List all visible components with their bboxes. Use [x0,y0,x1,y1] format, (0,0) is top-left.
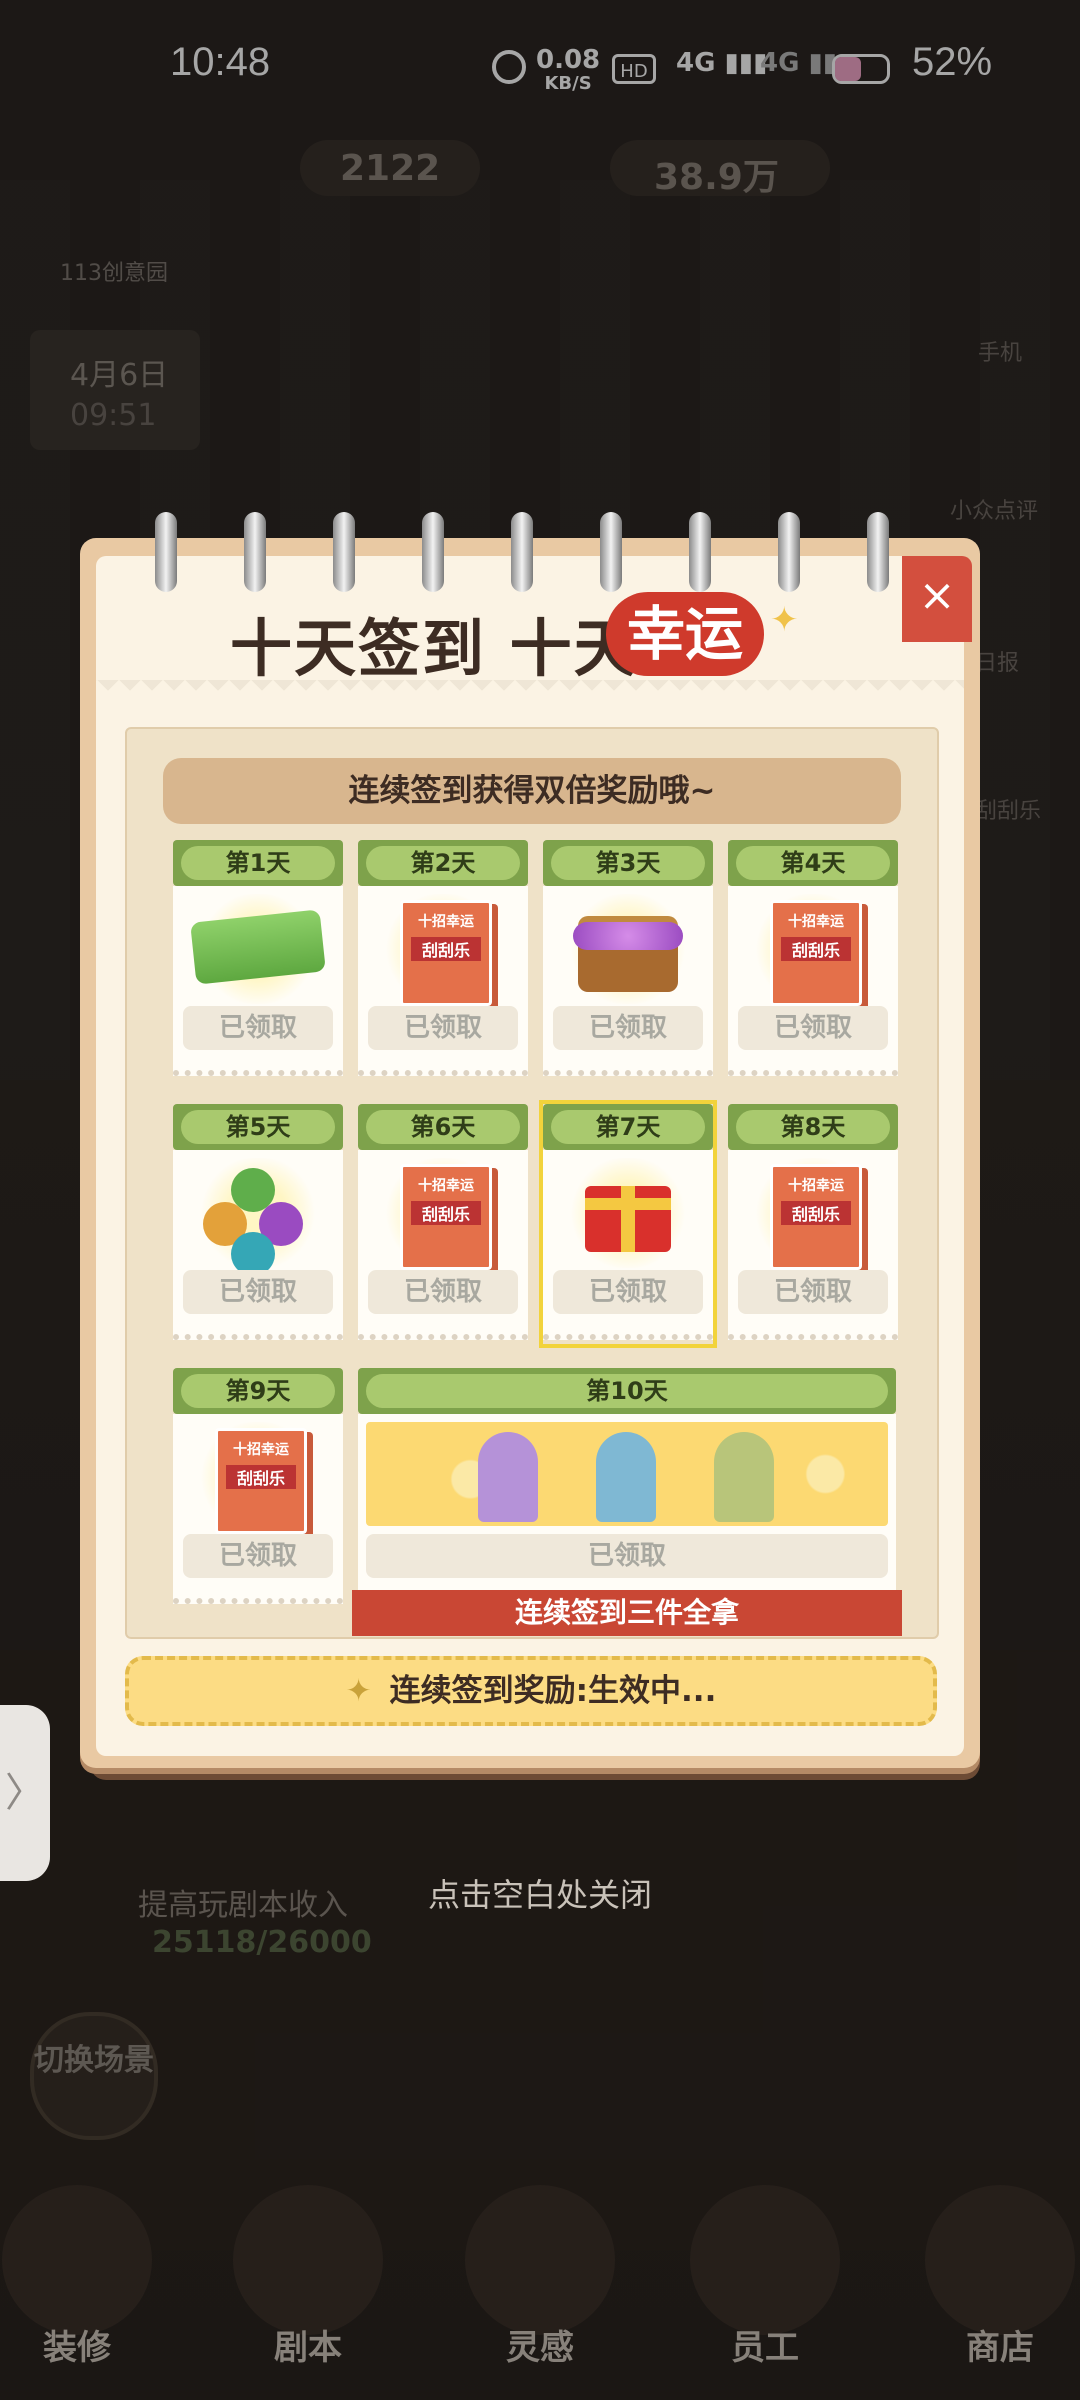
day-label: 第10天 [366,1374,888,1408]
gift-box-icon [585,1186,671,1252]
spiral-ring [778,512,800,592]
day-card-header: 第4天 [728,840,898,886]
lottery-ticket-icon: 十招幸运 刮刮乐 [215,1428,307,1534]
day-card-header: 第5天 [173,1104,343,1150]
claimed-label: 已领取 [183,1270,333,1314]
ticket-brand: 十招幸运 [418,914,474,930]
lottery-ticket-icon: 十招幸运 刮刮乐 [770,1164,862,1270]
ticket-brand: 十招幸运 [233,1442,289,1458]
day-label: 第8天 [736,1110,890,1144]
spiral-ring [333,512,355,592]
ticket-name: 刮刮乐 [411,1201,481,1225]
ticket-brand: 十招幸运 [418,1178,474,1194]
day-card-5[interactable]: 第5天 已领取 [173,1104,343,1344]
day-label: 第7天 [551,1110,705,1144]
ticket-name: 刮刮乐 [781,1201,851,1225]
day-card-header: 第10天 [358,1368,896,1414]
lottery-ticket-icon: 十招幸运 刮刮乐 [400,900,492,1006]
spiral-ring [689,512,711,592]
day-card-header: 第8天 [728,1104,898,1150]
day-card-body: 已领取 [543,1150,713,1340]
side-drawer-handle[interactable]: 〉 [0,1705,50,1881]
day-card-4[interactable]: 第4天 十招幸运 刮刮乐 已领取 [728,840,898,1080]
day-card-header: 第3天 [543,840,713,886]
day-card-header: 第2天 [358,840,528,886]
claimed-label: 已领取 [738,1006,888,1050]
day-card-1[interactable]: 第1天 已领取 [173,840,343,1080]
day-card-body: 十招幸运 刮刮乐 已领取 [358,886,528,1076]
treasure-chest-icon [573,916,683,992]
day-card-body: 十招幸运 刮刮乐 已领取 [173,1414,343,1604]
lottery-ticket-icon: 十招幸运 刮刮乐 [400,1164,492,1270]
day-card-8[interactable]: 第8天 十招幸运 刮刮乐 已领取 [728,1104,898,1344]
day-label: 第2天 [366,846,520,880]
spiral-ring [867,512,889,592]
claimed-label: 已领取 [183,1006,333,1050]
ticket-brand: 十招幸运 [788,914,844,930]
day-card-body: 已领取 [173,886,343,1076]
day-card-9[interactable]: 第9天 十招幸运 刮刮乐 已领取 [173,1368,343,1608]
day-card-body: 十招幸运 刮刮乐 已领取 [728,1150,898,1340]
day-card-header: 第7天 [543,1104,713,1150]
day-card-10[interactable]: 第10天 已领取 连续签到三件全拿 [352,1368,902,1636]
ribbon-banner: 连续签到三件全拿 [352,1590,902,1636]
claimed-label: 已领取 [738,1270,888,1314]
day-label: 第4天 [736,846,890,880]
claimed-label: 已领取 [553,1270,703,1314]
sparkle-icon: ✦ [770,600,799,640]
day-label: 第9天 [181,1374,335,1408]
day-card-3[interactable]: 第3天 已领取 [543,840,713,1080]
modal-title: 十天签到 十天 [230,612,638,685]
day-label: 第3天 [551,846,705,880]
blue-robe-icon [596,1432,656,1522]
day-card-body: 已领取 [543,886,713,1076]
day-label: 第5天 [181,1110,335,1144]
day-card-2[interactable]: 第2天 十招幸运 刮刮乐 已领取 [358,840,528,1080]
ticket-name: 刮刮乐 [226,1465,296,1489]
ticket-brand: 十招幸运 [788,1178,844,1194]
day-card-body: 十招幸运 刮刮乐 已领取 [728,886,898,1076]
spiral-ring [511,512,533,592]
close-hint: 点击空白处关闭 [427,1876,652,1914]
day-label: 第1天 [181,846,335,880]
purple-robe-icon [478,1432,538,1522]
lottery-ticket-icon: 十招幸运 刮刮乐 [770,900,862,1006]
day-card-7[interactable]: 第7天 已领取 [539,1100,717,1348]
streak-status-text: 连续签到奖励:生效中... [389,1673,717,1709]
spiral-ring [422,512,444,592]
spiral-ring [600,512,622,592]
ticket-name: 刮刮乐 [781,937,851,961]
green-robe-icon [714,1432,774,1522]
claimed-label: 已领取 [553,1006,703,1050]
torn-edge [96,680,964,702]
claimed-label: 已领取 [183,1534,333,1578]
close-button[interactable]: × [902,556,972,642]
claimed-label: 已领取 [368,1270,518,1314]
spiral-ring [244,512,266,592]
claimed-label: 已领取 [366,1534,888,1578]
day-card-header: 第1天 [173,840,343,886]
day-card-header: 第6天 [358,1104,528,1150]
day-card-6[interactable]: 第6天 十招幸运 刮刮乐 已领取 [358,1104,528,1344]
double-reward-banner: 连续签到获得双倍奖励哦~ [163,758,901,824]
day-card-header: 第9天 [173,1368,343,1414]
claimed-label: 已领取 [368,1006,518,1050]
streak-status-bar: ✦ 连续签到奖励:生效中... [125,1656,937,1726]
day-card-body: 已领取 [173,1150,343,1340]
star-icon: ✦ [345,1673,372,1709]
ticket-name: 刮刮乐 [411,937,481,961]
day-card-body: 已领取 连续签到三件全拿 [352,1414,902,1636]
day-card-body: 十招幸运 刮刮乐 已领取 [358,1150,528,1340]
day-label: 第6天 [366,1110,520,1144]
spiral-ring [155,512,177,592]
modal-title-highlight: 幸运 [606,592,764,676]
